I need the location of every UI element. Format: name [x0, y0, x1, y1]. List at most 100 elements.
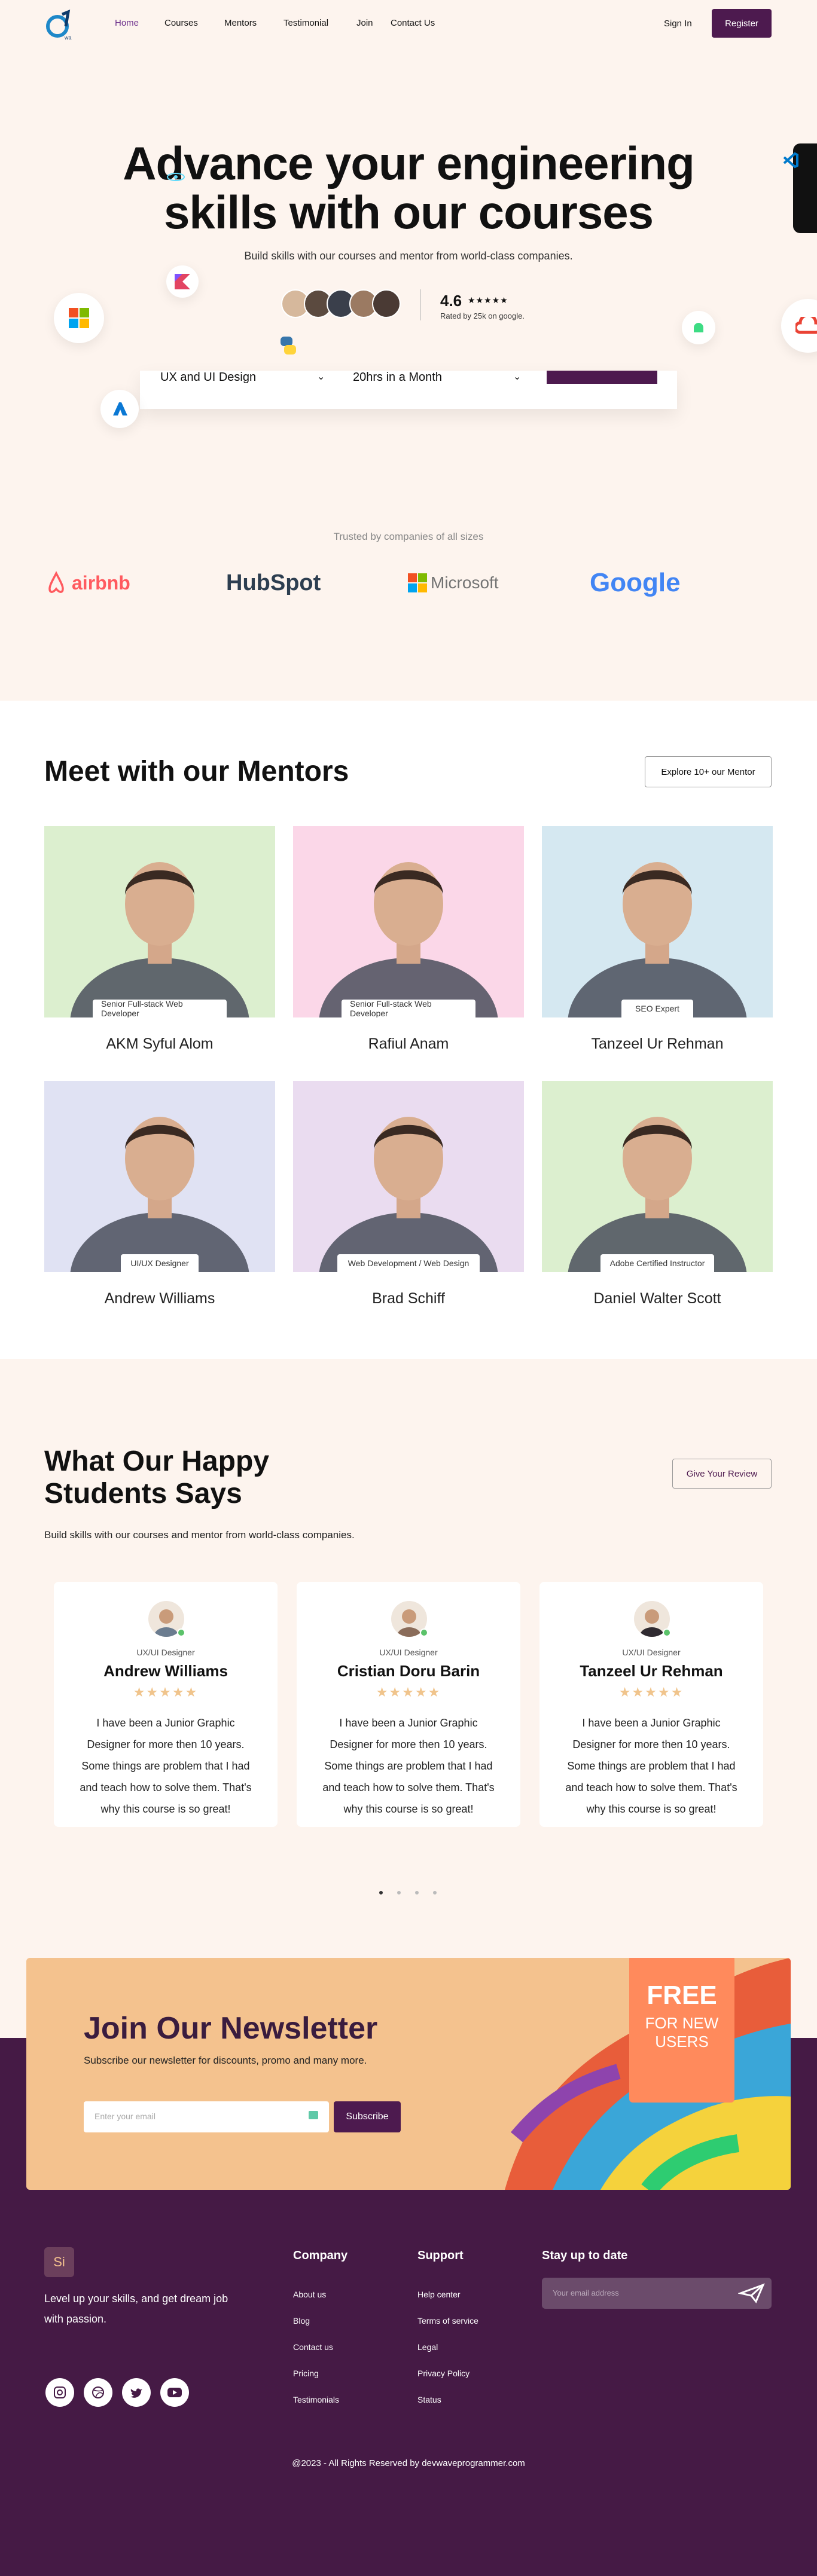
badge-line2: FOR NEW [645, 2014, 719, 2032]
rating-value: 4.6 [440, 292, 462, 310]
footer-link[interactable]: Testimonials [293, 2395, 339, 2404]
avatar [372, 289, 401, 318]
mentor-card[interactable]: UI/UX Designer [44, 1081, 275, 1272]
give-review-button[interactable]: Give Your Review [672, 1459, 772, 1489]
testimonials-title-line2: Students Says [44, 1478, 242, 1509]
star-rating: ★★★★★ [133, 1685, 199, 1700]
footer-email-placeholder: Your email address [553, 2288, 619, 2297]
microsoft-icon [408, 573, 427, 592]
mentor-card[interactable]: Adobe Certified Instructor [542, 1081, 773, 1272]
windows-icon [54, 293, 104, 343]
course-search-bar: UX and UI Design ⌄ 20hrs in a Month ⌄ [140, 371, 677, 409]
badge-free: FREE [647, 1981, 717, 2010]
search-button[interactable] [547, 371, 657, 384]
carousel-dot[interactable] [415, 1891, 419, 1894]
send-icon[interactable] [738, 2282, 766, 2304]
testimonial-role: UX/UI Designer [136, 1648, 195, 1657]
footer-tagline: Level up your skills, and get dream job … [44, 2293, 228, 2325]
testimonials-subtitle: Build skills with our courses and mentor… [44, 1529, 355, 1541]
footer-link[interactable]: Help center [417, 2290, 461, 2299]
twitter-icon[interactable] [122, 2378, 151, 2407]
star-rating: ★★★★★ [376, 1685, 441, 1700]
nav-courses[interactable]: Courses [164, 18, 198, 28]
footer-email-input[interactable]: Your email address [542, 2278, 772, 2309]
carousel-dot[interactable] [433, 1891, 437, 1894]
airbnb-icon [48, 571, 64, 593]
footer-link[interactable]: About us [293, 2290, 326, 2299]
mentor-role-badge: Senior Full-stack Web Developer [93, 999, 227, 1017]
footer-support-title: Support [417, 2249, 464, 2262]
mentor-role-badge: SEO Expert [621, 1000, 693, 1017]
rating-divider [420, 289, 421, 320]
email-placeholder: Enter your email [94, 2111, 156, 2121]
trusted-label: Trusted by companies of all sizes [333, 531, 484, 542]
footer-stay-title: Stay up to date [542, 2249, 628, 2262]
nav-join[interactable]: Join [356, 18, 373, 28]
register-button[interactable]: Register [712, 9, 772, 38]
newsletter-subtitle: Subscribe our newsletter for discounts, … [84, 2055, 367, 2066]
dribbble-icon[interactable] [84, 2378, 112, 2407]
testimonial-role: UX/UI Designer [622, 1648, 681, 1657]
android-icon [682, 311, 715, 344]
chevron-down-icon[interactable]: ⌄ [513, 371, 521, 383]
chevron-down-icon[interactable]: ⌄ [317, 371, 325, 383]
footer-link[interactable]: Privacy Policy [417, 2369, 470, 2378]
email-icon [309, 2111, 318, 2119]
site-logo[interactable]: wa [44, 8, 78, 42]
hero-title-line2: skills with our courses [164, 186, 654, 239]
hero-subtitle: Build skills with our courses and mentor… [244, 250, 573, 262]
mentor-card[interactable]: SEO Expert [542, 826, 773, 1017]
google-logo: Google [590, 568, 681, 598]
brand-hubspot: HubSpot [226, 570, 321, 595]
star-rating: ★★★★★ [618, 1685, 684, 1700]
brand-microsoft: Microsoft [431, 573, 499, 592]
footer-link[interactable]: Blog [293, 2316, 310, 2326]
footer-link[interactable]: Status [417, 2395, 441, 2404]
svg-text:wa: wa [64, 35, 72, 41]
mentor-role-badge: Adobe Certified Instructor [600, 1254, 714, 1272]
mentor-photo [319, 1117, 498, 1272]
online-status-icon [420, 1628, 428, 1637]
footer-logo[interactable]: Si [44, 2247, 74, 2277]
nav-mentors[interactable]: Mentors [224, 18, 257, 28]
mentor-name: AKM Syful Alom [106, 1035, 214, 1052]
mentor-name: Brad Schiff [372, 1290, 445, 1307]
hero-title-line1: Advance your engineering [123, 137, 695, 190]
subscribe-button[interactable]: Subscribe [334, 2101, 401, 2132]
mentor-role-badge: Senior Full-stack Web Developer [342, 999, 475, 1017]
nav-contact[interactable]: Contact Us [391, 18, 435, 28]
explore-mentors-button[interactable]: Explore 10+ our Mentor [645, 756, 772, 787]
course-select[interactable]: UX and UI Design [160, 371, 256, 384]
footer-link[interactable]: Pricing [293, 2369, 319, 2378]
azure-icon [100, 390, 139, 428]
react-icon [161, 163, 190, 191]
mentor-card[interactable]: Senior Full-stack Web Developer [44, 826, 275, 1017]
footer-link[interactable]: Terms of service [417, 2316, 478, 2326]
python-icon [275, 332, 301, 359]
mentors-title: Meet with our Mentors [44, 756, 349, 787]
mentor-card[interactable]: Senior Full-stack Web Developer [293, 826, 524, 1017]
footer-link[interactable]: Legal [417, 2342, 438, 2352]
carousel-dot[interactable] [397, 1891, 401, 1894]
online-status-icon [663, 1628, 671, 1637]
youtube-icon[interactable] [160, 2378, 189, 2407]
signin-link[interactable]: Sign In [664, 19, 692, 29]
nav-testimonial[interactable]: Testimonial [283, 18, 328, 28]
instagram-icon[interactable] [45, 2378, 74, 2407]
newsletter-email-field[interactable]: Enter your email [84, 2101, 329, 2132]
testimonial-quote: I have been a Junior Graphic Designer fo… [80, 1717, 252, 1815]
testimonial-quote: I have been a Junior Graphic Designer fo… [322, 1717, 495, 1815]
duration-select[interactable]: 20hrs in a Month [353, 371, 442, 384]
carousel-dot[interactable] [379, 1891, 383, 1894]
mentor-photo [319, 862, 498, 1017]
mentor-photo [568, 862, 747, 1017]
google-cloud-icon [781, 299, 817, 353]
testimonial-quote: I have been a Junior Graphic Designer fo… [565, 1717, 737, 1815]
vscode-icon [775, 146, 804, 175]
kotlin-icon [166, 265, 199, 298]
hero-section: wa Home Courses Mentors Testimonial Join… [0, 0, 817, 701]
nav-home[interactable]: Home [115, 18, 139, 28]
mentor-card[interactable]: Web Development / Web Design [293, 1081, 524, 1272]
footer-link[interactable]: Contact us [293, 2342, 333, 2352]
testimonial-card: UX/UI Designer Andrew Williams ★★★★★ I have… [54, 1582, 278, 1827]
